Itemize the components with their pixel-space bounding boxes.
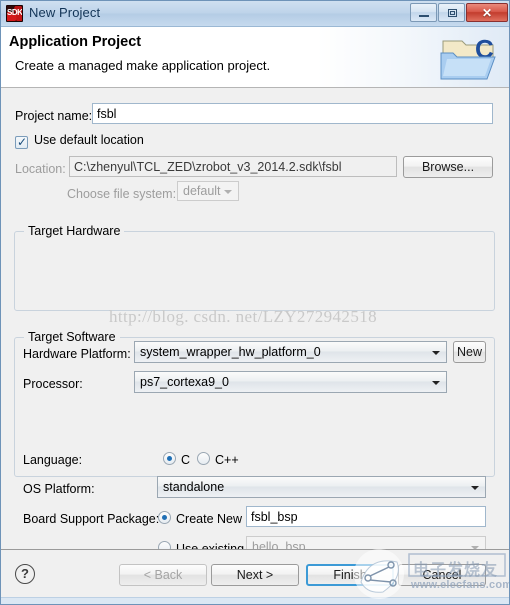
language-c-radio[interactable]: [163, 452, 176, 465]
use-default-location-row[interactable]: Use default location: [34, 131, 144, 149]
close-icon: ✕: [481, 6, 493, 20]
file-system-combo[interactable]: default: [177, 181, 239, 201]
maximize-button[interactable]: [438, 3, 465, 22]
choose-file-system-row: Choose file system:: [67, 185, 176, 203]
target-software-group: Target Software: [14, 330, 495, 477]
check-icon: ✓: [17, 135, 28, 149]
location-row: Location:: [15, 160, 66, 178]
location-input[interactable]: C:\zhenyul\TCL_ZED\zrobot_v3_2014.2.sdk\…: [69, 156, 397, 177]
target-hardware-group-label: Target Hardware: [24, 224, 125, 238]
page-subtitle: Create a managed make application projec…: [15, 58, 271, 73]
bsp-create-new-input[interactable]: fsbl_bsp: [246, 506, 486, 527]
bsp-label: Board Support Package:: [23, 512, 160, 526]
sdk-icon: SDK: [6, 5, 23, 22]
chevron-down-icon: [471, 486, 479, 490]
bsp-create-new-radio[interactable]: [158, 511, 171, 524]
use-default-location-checkbox[interactable]: ✓: [15, 135, 28, 149]
footer-strip: [1, 597, 509, 604]
language-cpp-row[interactable]: C++: [215, 451, 239, 469]
c-folder-icon: C: [440, 34, 496, 80]
minimize-icon: [419, 15, 429, 17]
dialog-header: Application Project Create a managed mak…: [1, 27, 509, 88]
os-platform-row: OS Platform:: [23, 480, 95, 498]
title-bar: SDK New Project ✕: [1, 1, 509, 27]
language-label: Language:: [23, 453, 83, 467]
bsp-create-new-label: Create New: [176, 512, 242, 526]
language-cpp-radio[interactable]: [197, 452, 210, 465]
back-button[interactable]: < Back: [119, 564, 207, 586]
maximize-icon: [448, 9, 457, 17]
use-default-location-label: Use default location: [34, 133, 144, 147]
finish-button[interactable]: Finish: [306, 564, 394, 586]
minimize-button[interactable]: [410, 3, 437, 22]
cancel-button[interactable]: Cancel: [398, 564, 486, 586]
browse-button[interactable]: Browse...: [403, 156, 493, 178]
next-button[interactable]: Next >: [211, 564, 299, 586]
sdk-icon-label: SDK: [7, 8, 23, 17]
os-platform-label: OS Platform:: [23, 482, 95, 496]
help-button[interactable]: ?: [15, 564, 35, 584]
target-hardware-group: Target Hardware: [14, 224, 495, 311]
language-row: Language:: [23, 451, 82, 469]
page-title: Application Project: [9, 34, 142, 50]
language-c-row[interactable]: C: [181, 451, 190, 469]
dialog-body: Project name: fsbl ✓ Use default locatio…: [1, 88, 509, 558]
chevron-down-icon: [224, 190, 232, 194]
target-software-group-label: Target Software: [24, 330, 120, 344]
bsp-row: Board Support Package:: [23, 510, 159, 528]
project-name-label: Project name:: [15, 109, 93, 123]
project-name-row: Project name:: [15, 107, 92, 125]
new-project-dialog: SDK New Project ✕ Application Project Cr…: [0, 0, 510, 605]
language-c-label: C: [181, 453, 191, 467]
project-name-input[interactable]: fsbl: [92, 103, 493, 124]
file-system-value: default: [183, 184, 221, 198]
window-title: New Project: [29, 5, 101, 20]
language-cpp-label: C++: [215, 453, 239, 467]
choose-file-system-label: Choose file system:: [67, 187, 177, 201]
os-platform-combo[interactable]: standalone: [157, 476, 486, 498]
location-label: Location:: [15, 162, 66, 176]
window-controls: ✕: [410, 3, 508, 22]
os-platform-value: standalone: [163, 480, 225, 494]
bsp-create-new-row[interactable]: Create New: [176, 510, 242, 528]
dialog-footer: ? < Back Next > Finish Cancel: [1, 549, 509, 604]
close-button[interactable]: ✕: [466, 3, 508, 22]
